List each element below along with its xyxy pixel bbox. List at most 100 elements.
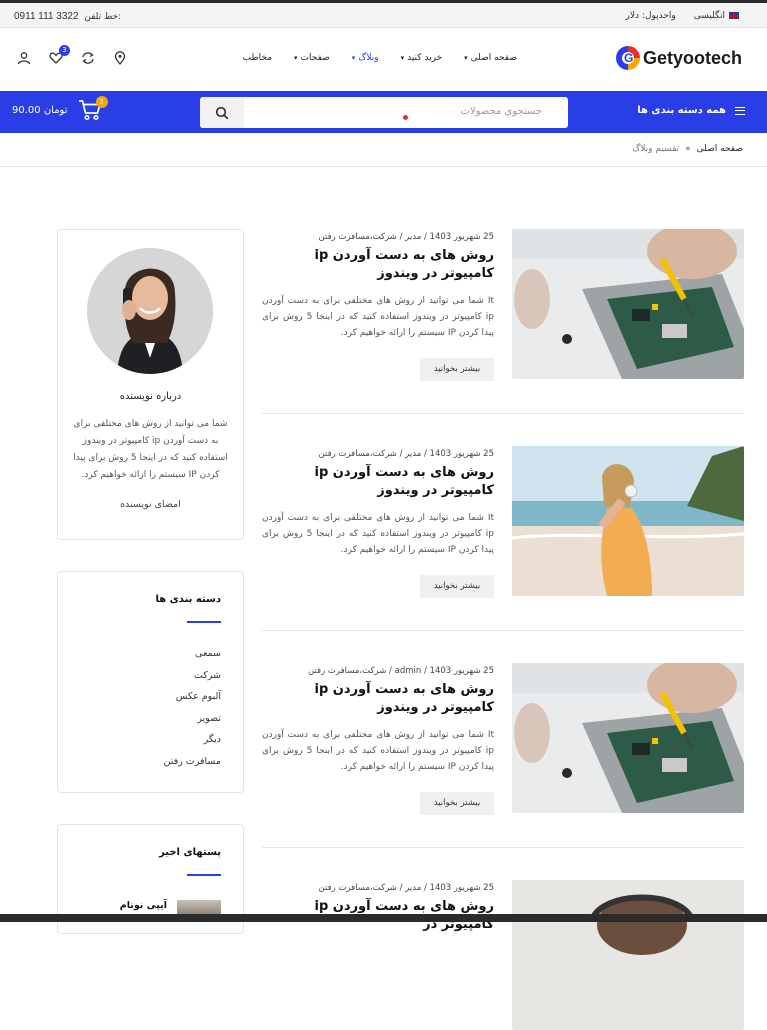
breadcrumb-home[interactable]: صفحه اصلی — [697, 144, 743, 154]
chevron-down-icon: ▾ — [351, 54, 356, 62]
read-more-button[interactable]: بیشتر بخوانید — [420, 575, 494, 598]
post-divider — [262, 630, 744, 631]
categories-title: دسته بندی ها — [155, 594, 221, 605]
post-date: 25 شهریور 1403 — [429, 232, 494, 242]
logo-text: Getyootech — [642, 47, 742, 68]
user-icon[interactable] — [16, 51, 32, 67]
recent-post-title: آیپی نونام — [119, 900, 167, 911]
currency-value: دلار — [625, 11, 640, 21]
language-label: انگلیسی — [693, 11, 725, 21]
phone-number[interactable]: 0911 111 3322 — [14, 11, 79, 22]
post-author[interactable]: مدیر — [405, 232, 421, 242]
post-excerpt: It شما می توانید از روش های مختلفی برای … — [262, 513, 495, 555]
post-meta: 25 شهریور 1403 / admin / شرکت،مسافرت رفت… — [307, 666, 494, 676]
post-author[interactable]: admin — [395, 666, 422, 676]
category-search-bar: همه دسته بندی ها جستجوی محصولات 90.00 تو… — [0, 91, 767, 133]
location-pin-icon[interactable] — [112, 51, 128, 67]
author-signature: امضای نویسنده — [120, 499, 181, 510]
categories-widget: دسته بندی ها سمعی شرکت آلبوم عکس تصویر د… — [57, 571, 244, 793]
cart-total: 90.00 تومان — [12, 104, 68, 116]
refresh-icon[interactable] — [80, 51, 96, 67]
search-input[interactable]: جستجوی محصولات — [460, 106, 542, 117]
post-divider — [262, 413, 744, 414]
chevron-down-icon: ▾ — [294, 54, 298, 62]
post-excerpt: It شما می توانید از روش های مختلفی برای … — [262, 730, 495, 772]
post-image[interactable] — [512, 880, 744, 1030]
post-date: 25 شهریور 1403 — [429, 666, 494, 676]
main-header: G Getyootech صفحه اصلی▾ خرید کنید▾ وبلاگ… — [0, 28, 767, 91]
nav-item-pages[interactable]: صفحات▾ — [294, 53, 330, 63]
category-item[interactable]: مسافرت رفتن — [164, 756, 221, 778]
red-dot-marker — [403, 115, 408, 120]
topbar-switchers: انگلیسی واحدپول: دلار — [626, 11, 739, 21]
bottom-dark-strip — [0, 914, 767, 922]
search-icon — [215, 106, 229, 119]
cart-icon: 3 — [78, 96, 108, 121]
category-item[interactable]: شرکت — [164, 670, 221, 692]
read-more-button[interactable]: بیشتر بخوانید — [420, 792, 494, 815]
post-title[interactable]: روش های به دست آوردن ip کامپیوتر در ویند… — [262, 247, 494, 283]
header-icons: 3 — [16, 45, 128, 67]
category-item[interactable]: آلبوم عکس — [164, 691, 221, 713]
chevron-down-icon: ▾ — [400, 54, 405, 62]
cart-count-badge: 3 — [95, 96, 108, 108]
currency-label: واحدپول: — [641, 11, 676, 21]
post-excerpt: It شما می توانید از روش های مختلفی برای … — [262, 296, 495, 338]
breadcrumb: صفحه اصلی » تقسیم وبلاگ — [632, 144, 743, 154]
post-image[interactable] — [512, 663, 744, 813]
language-switcher[interactable]: انگلیسی — [694, 11, 739, 21]
read-more-button[interactable]: بیشتر بخوانید — [420, 358, 494, 381]
all-categories-label: همه دسته بندی ها — [637, 105, 726, 116]
recent-posts-title: پستهای اخیر — [159, 847, 221, 858]
post-image[interactable] — [512, 229, 744, 379]
post-title[interactable]: روش های به دست آوردن ip کامپیوتر در ویند… — [262, 464, 494, 500]
nav-item-contact[interactable]: مخاطب — [243, 53, 272, 63]
category-item[interactable]: دیگر — [164, 734, 221, 756]
post-category[interactable]: شرکت،مسافرت رفتن — [319, 883, 397, 893]
main-nav: صفحه اصلی▾ خرید کنید▾ وبلاگ▾ صفحات▾ مخاط… — [235, 53, 517, 63]
post-author[interactable]: مدیر — [405, 883, 421, 893]
cart-button[interactable]: 90.00 تومان 3 — [12, 96, 108, 121]
chevron-down-icon: ▾ — [464, 54, 468, 62]
post-category[interactable]: شرکت،مسافرت رفتن — [308, 666, 386, 676]
nav-item-blog[interactable]: وبلاگ▾ — [352, 53, 379, 63]
search-button[interactable] — [200, 97, 244, 128]
category-item[interactable]: تصویر — [164, 713, 221, 735]
post-title[interactable]: روش های به دست آوردن ip کامپیوتر در ویند… — [262, 681, 494, 717]
all-categories-button[interactable]: همه دسته بندی ها — [637, 105, 745, 116]
title-underline — [187, 874, 221, 876]
site-logo[interactable]: G Getyootech — [615, 46, 742, 70]
uk-flag-icon — [729, 12, 739, 19]
nav-item-shop[interactable]: خرید کنید▾ — [401, 53, 443, 63]
author-avatar — [87, 248, 213, 374]
author-widget-title: درباره نویسنده — [119, 391, 182, 402]
post-category[interactable]: شرکت،مسافرت رفتن — [319, 449, 397, 459]
author-widget: درباره نویسنده شما می توانید از روش های … — [57, 229, 244, 540]
menu-icon — [735, 106, 745, 115]
post-author[interactable]: مدیر — [405, 449, 421, 459]
product-search: جستجوی محصولات — [200, 97, 568, 128]
post-meta: 25 شهریور 1403 / مدیر / شرکت،مسافرت رفتن — [318, 232, 494, 242]
breadcrumb-bar: صفحه اصلی » تقسیم وبلاگ — [0, 133, 767, 167]
post-meta: 25 شهریور 1403 / مدیر / شرکت،مسافرت رفتن — [318, 449, 494, 459]
logo-mark-icon: G — [615, 46, 640, 70]
post-date: 25 شهریور 1403 — [429, 883, 494, 893]
phone-label: خط تلفن: — [84, 12, 122, 22]
post-date: 25 شهریور 1403 — [429, 449, 494, 459]
post-divider — [262, 847, 744, 848]
phone-info: 0911 111 3322 خط تلفن: — [14, 11, 121, 22]
breadcrumb-separator: » — [685, 144, 691, 154]
currency-switcher[interactable]: واحدپول: دلار — [626, 11, 676, 21]
category-item[interactable]: سمعی — [164, 648, 221, 670]
breadcrumb-current: تقسیم وبلاگ — [632, 144, 680, 154]
title-underline — [187, 621, 221, 623]
category-list: سمعی شرکت آلبوم عکس تصویر دیگر مسافرت رف… — [164, 648, 221, 777]
post-image[interactable] — [512, 446, 744, 596]
top-info-bar: 0911 111 3322 خط تلفن: انگلیسی واحدپول: … — [0, 3, 767, 28]
post-category[interactable]: شرکت،مسافرت رفتن — [319, 232, 397, 242]
post-meta: 25 شهریور 1403 / مدیر / شرکت،مسافرت رفتن — [318, 883, 494, 893]
wishlist-count-badge: 3 — [59, 45, 70, 56]
author-description: شما می توانید از روش های مختلفی برای به … — [73, 419, 228, 480]
heart-icon[interactable]: 3 — [48, 45, 70, 67]
nav-item-home[interactable]: صفحه اصلی▾ — [464, 53, 517, 63]
